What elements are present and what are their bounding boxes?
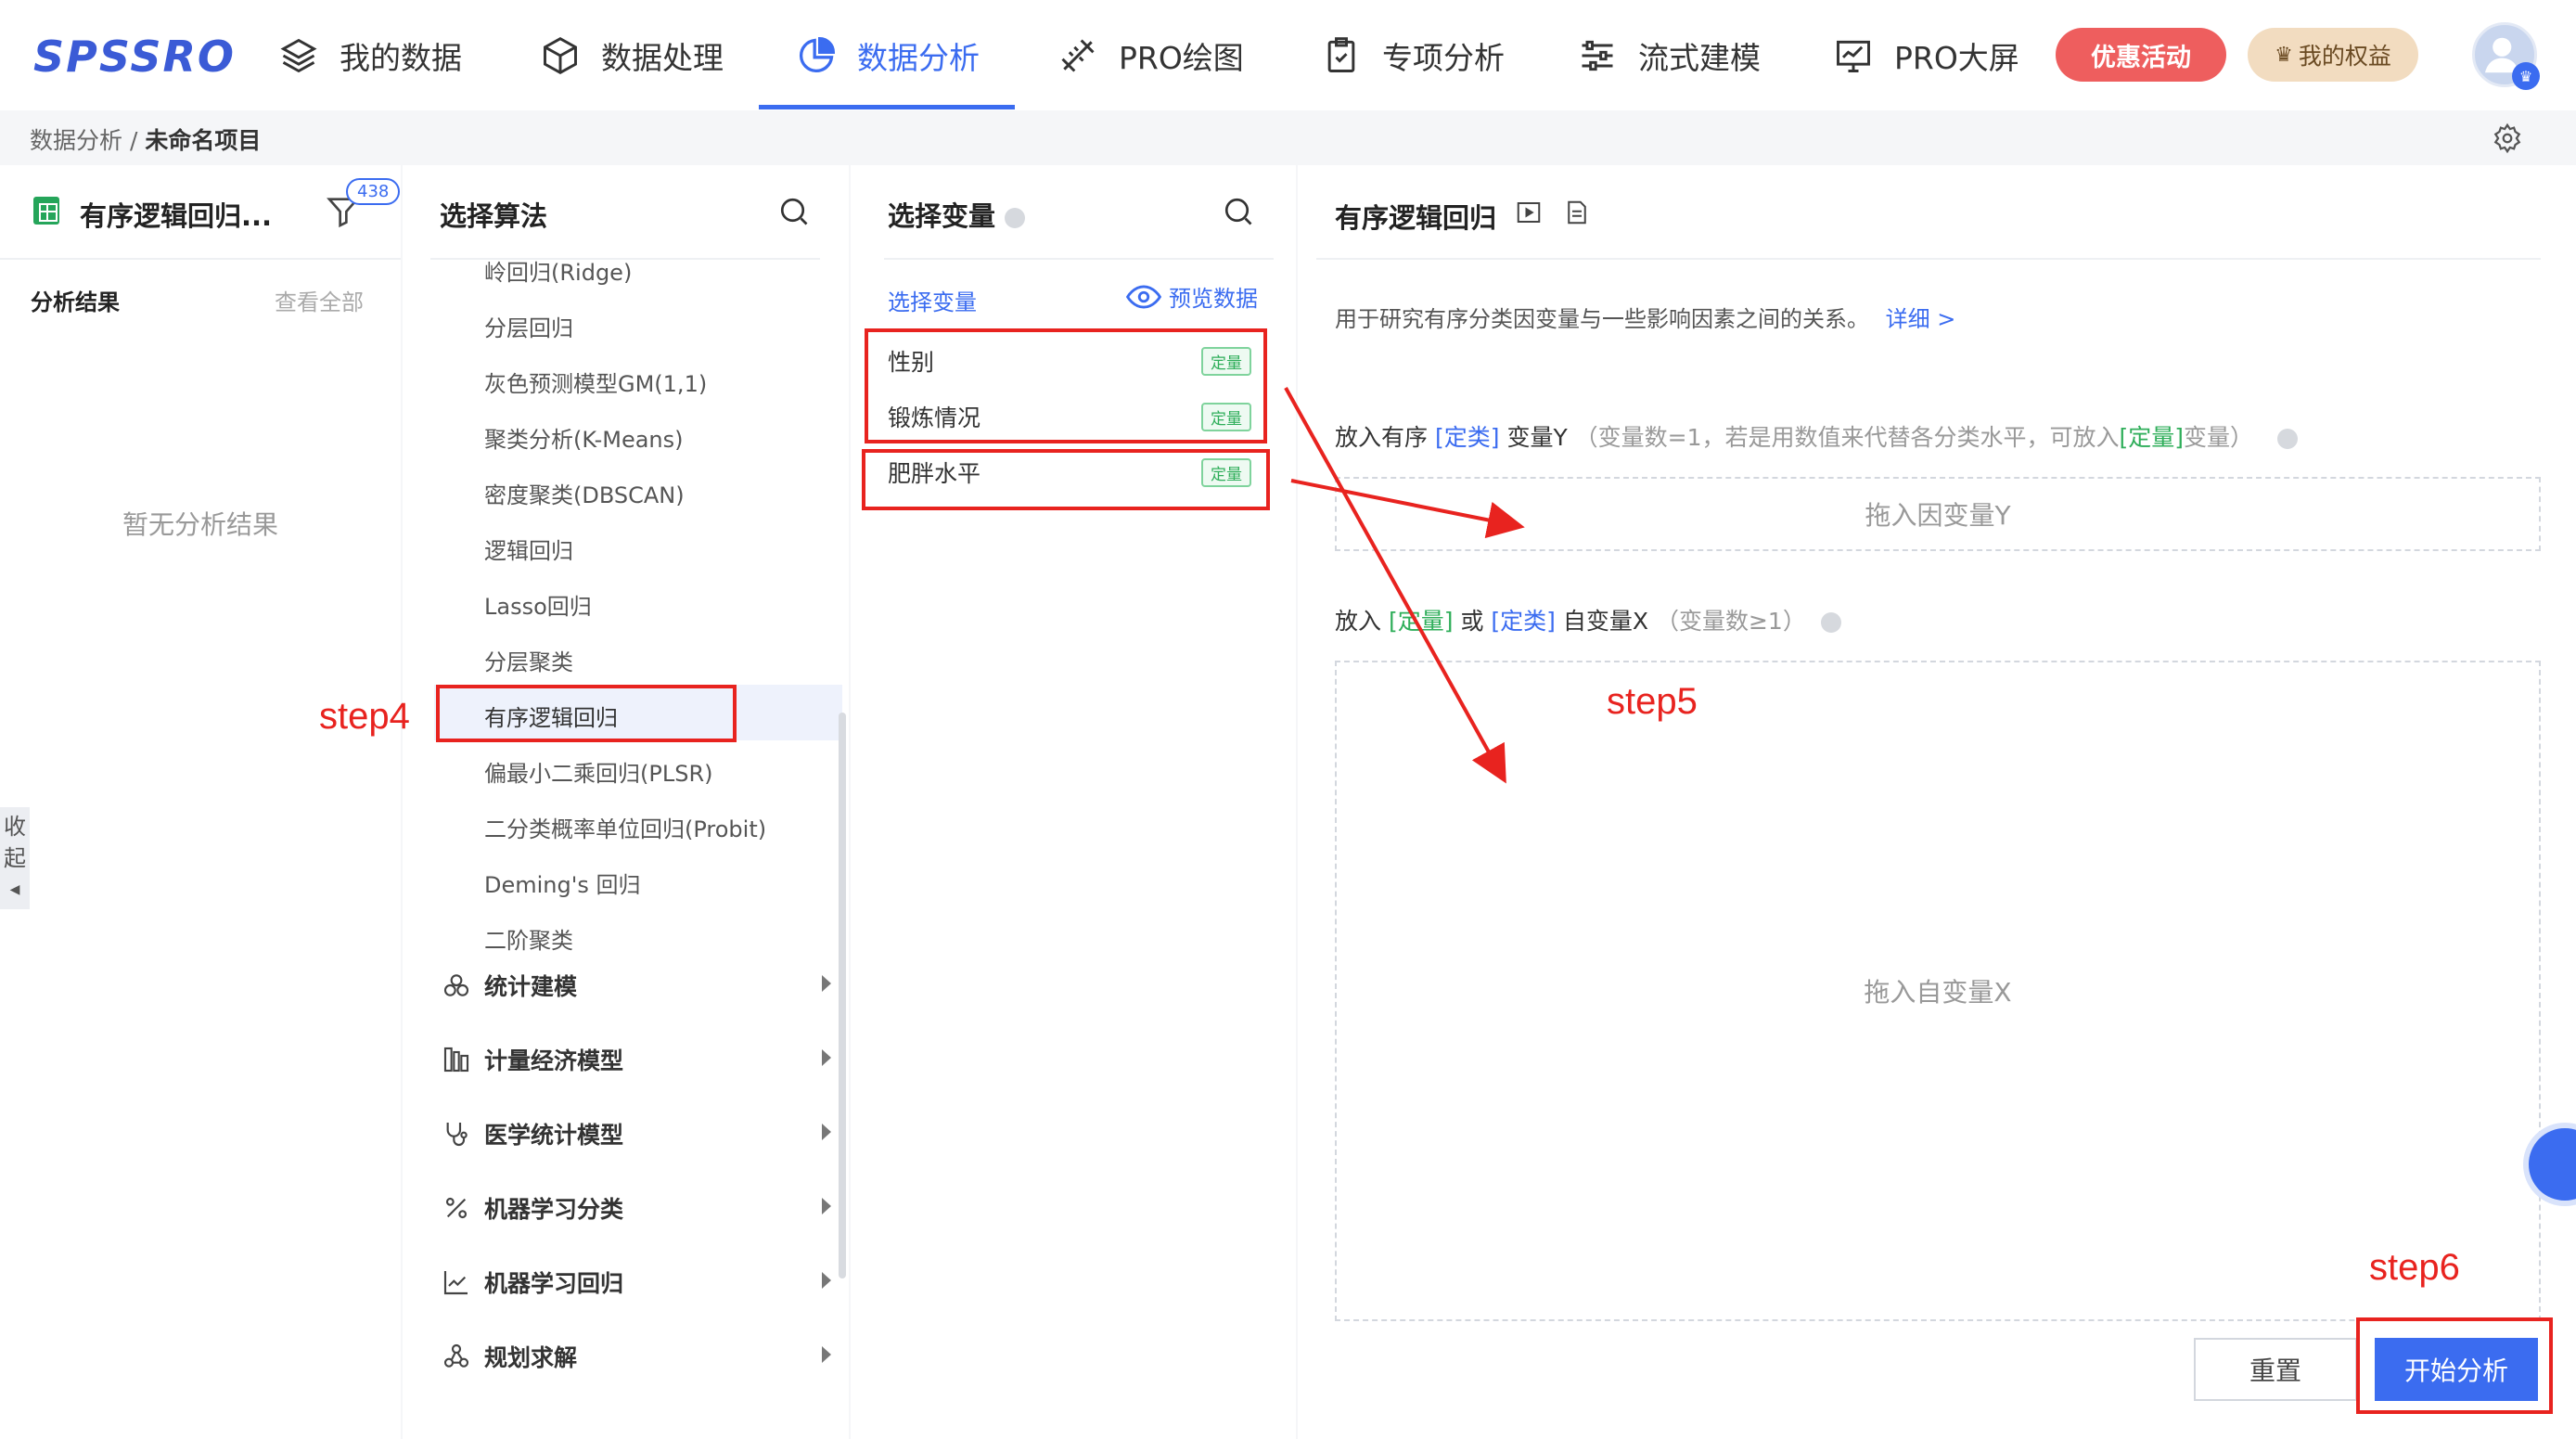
app-root: SPSSRO 我的数据 数据处理 数据分析 PRO绘图 专项分析 流式建模 PR… <box>0 0 2576 1439</box>
arrow-to-x-dropzone <box>1284 387 1506 784</box>
step5-arrows <box>1284 387 1525 784</box>
arrow-to-y-dropzone <box>1290 479 1525 539</box>
